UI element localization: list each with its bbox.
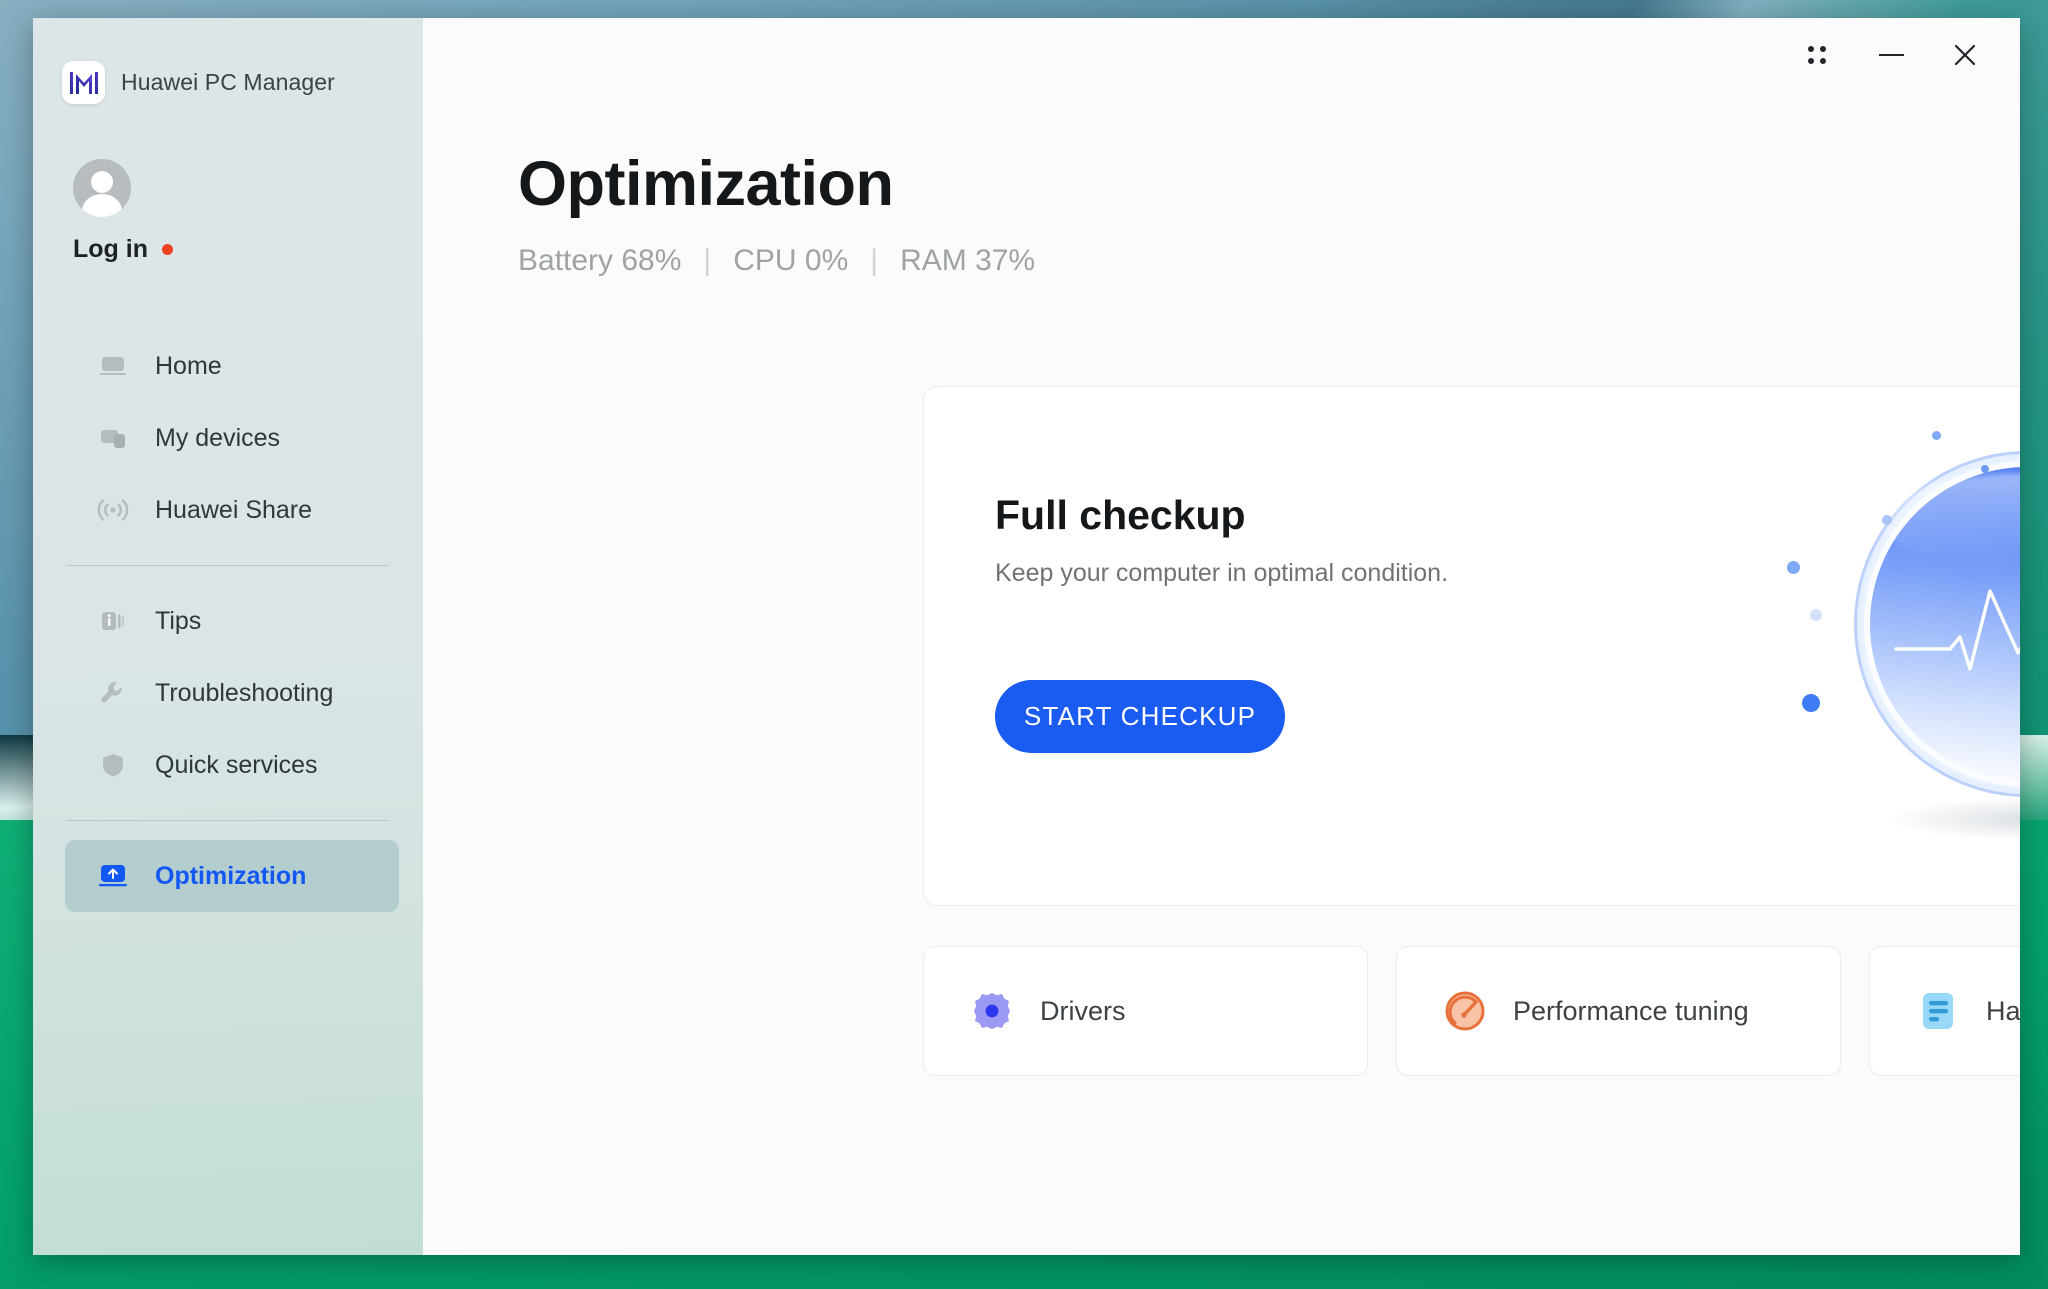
wrench-icon	[97, 677, 129, 709]
nav-group-tertiary: Optimization	[33, 840, 423, 912]
close-icon[interactable]	[1928, 25, 2002, 85]
document-lines-icon	[1916, 989, 1960, 1033]
main-content: Optimization Battery 68% | CPU 0% | RAM …	[423, 18, 2020, 1255]
notification-dot-icon	[161, 244, 173, 255]
sidebar: Huawei PC Manager Log in Home My devices…	[33, 18, 423, 1255]
share-waves-icon	[97, 494, 129, 526]
system-stats: Battery 68% | CPU 0% | RAM 37%	[518, 244, 2020, 278]
pulse-orb-graphic-icon	[1754, 397, 2020, 897]
login-row[interactable]: Log in	[73, 235, 423, 264]
brand: Huawei PC Manager	[33, 18, 423, 104]
tile-label: Hardware info	[1986, 995, 2020, 1026]
sidebar-item-label: Huawei Share	[155, 495, 313, 524]
decor-dot	[1802, 694, 1820, 712]
decor-dot	[1932, 431, 1941, 440]
sidebar-item-quick-services[interactable]: Quick services	[65, 729, 399, 801]
stat-separator: |	[703, 244, 712, 277]
full-checkup-subtitle: Keep your computer in optimal condition.	[995, 559, 1449, 587]
brand-name: Huawei PC Manager	[121, 69, 335, 95]
start-checkup-button[interactable]: START CHECKUP	[995, 680, 1285, 753]
sidebar-item-label: Optimization	[155, 861, 307, 890]
sidebar-item-label: Home	[155, 351, 222, 380]
optimization-icon	[97, 860, 129, 892]
gear-icon	[970, 989, 1014, 1033]
page-title: Optimization	[518, 149, 894, 219]
tile-label: Drivers	[1040, 995, 1126, 1026]
nav-group-primary: Home My devices Huawei Share	[33, 330, 423, 546]
dots-grid-icon[interactable]	[1780, 25, 1854, 85]
sidebar-item-optimization[interactable]: Optimization	[65, 840, 399, 912]
sidebar-item-troubleshooting[interactable]: Troubleshooting	[65, 657, 399, 729]
full-checkup-title: Full checkup	[995, 492, 1246, 538]
stat-separator: |	[870, 244, 879, 277]
tile-hardware-info[interactable]: Hardware info	[1869, 946, 2020, 1076]
sidebar-divider-2	[66, 820, 389, 821]
app-window: Huawei PC Manager Log in Home My devices…	[33, 18, 2020, 1255]
tile-performance-tuning[interactable]: Performance tuning	[1396, 946, 1841, 1076]
sidebar-item-label: Troubleshooting	[155, 678, 334, 707]
stat-ram: RAM 37%	[900, 244, 1036, 277]
full-checkup-text: Full checkup Keep your computer in optim…	[995, 492, 1448, 588]
tile-label: Performance tuning	[1513, 995, 1749, 1026]
laptop-icon	[97, 350, 129, 382]
avatar[interactable]	[73, 159, 131, 217]
decor-dot	[1810, 609, 1822, 621]
info-cards-icon	[97, 605, 129, 637]
sidebar-item-label: Tips	[155, 606, 202, 635]
sidebar-item-tips[interactable]: Tips	[65, 585, 399, 657]
decor-dot	[1882, 515, 1892, 525]
stat-battery: Battery 68%	[518, 244, 682, 277]
huawei-m-logo-icon	[62, 61, 105, 104]
speedometer-icon	[1443, 989, 1487, 1033]
account-block[interactable]: Log in	[33, 104, 423, 264]
full-checkup-card: Full checkup Keep your computer in optim…	[923, 386, 2020, 906]
decor-dot	[1787, 561, 1800, 574]
decor-dot	[1981, 465, 1989, 473]
nav-group-secondary: Tips Troubleshooting Quick services	[33, 585, 423, 801]
shield-icon	[97, 749, 129, 781]
sidebar-item-label: My devices	[155, 423, 281, 452]
sidebar-item-huawei-share[interactable]: Huawei Share	[65, 474, 399, 546]
sidebar-item-label: Quick services	[155, 750, 318, 779]
login-label[interactable]: Log in	[73, 235, 148, 264]
devices-icon	[97, 422, 129, 454]
window-controls	[1780, 18, 2020, 92]
quick-tiles: Drivers Performance tuning Ha	[923, 946, 2020, 1076]
minimize-icon[interactable]	[1854, 25, 1928, 85]
sidebar-item-home[interactable]: Home	[65, 330, 399, 402]
tile-drivers[interactable]: Drivers	[923, 946, 1368, 1076]
sidebar-item-my-devices[interactable]: My devices	[65, 402, 399, 474]
sidebar-divider-1	[66, 565, 389, 566]
stat-cpu: CPU 0%	[733, 244, 849, 277]
